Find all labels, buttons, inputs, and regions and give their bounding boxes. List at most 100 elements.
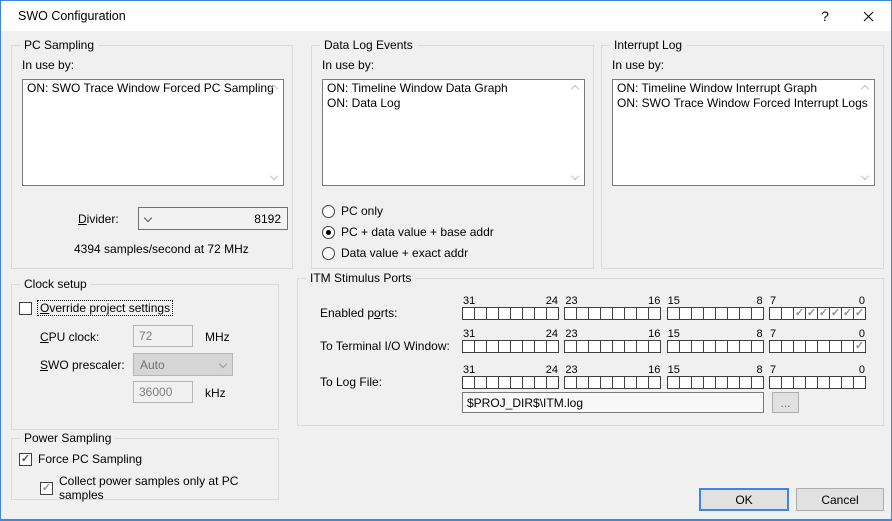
bit-number-label: 24 (545, 364, 558, 376)
override-project-settings-checkbox[interactable] (19, 301, 32, 315)
dialog-body: PC Sampling In use by: ON: SWO Trace Win… (1, 31, 890, 519)
log-file-bit-16-checkbox[interactable] (648, 376, 662, 389)
terminal-io-window-bit-8-checkbox[interactable] (750, 340, 764, 353)
pc-sampling-in-use-label: In use by: (22, 58, 75, 72)
radio-pc-only[interactable]: PC only (322, 204, 494, 218)
bit-group: 7 0 ✓ ✓ ✓ ✓ ✓ ✓ (768, 295, 866, 320)
enabled-ports-bit-16-checkbox[interactable] (648, 307, 662, 320)
scroll-down-icon[interactable] (268, 170, 280, 182)
bit-number-label: 16 (648, 328, 661, 340)
divider-label: Divider: (78, 212, 119, 226)
swo-prescaler-dropdown: Auto (133, 353, 233, 376)
force-pc-sampling-label: Force PC Sampling (38, 452, 143, 466)
interrupt-log-in-use-label: In use by: (612, 58, 665, 72)
list-item[interactable]: ON: SWO Trace Window Forced Interrupt Lo… (615, 96, 868, 111)
bit-checkbox-row (462, 340, 559, 353)
samples-per-second-text: 4394 samples/second at 72 MHz (74, 242, 249, 256)
log-file-bit-24-checkbox[interactable] (546, 376, 559, 389)
radio-label: Data value + exact addr (341, 246, 469, 260)
bit-checkbox-row (462, 376, 559, 389)
scroll-up-icon[interactable] (859, 83, 871, 95)
close-icon (863, 11, 873, 21)
pc-sampling-in-use-list[interactable]: ON: SWO Trace Window Forced PC Sampling (22, 79, 284, 186)
collect-power-samples-row: ✓ Collect power samples only at PC sampl… (40, 474, 278, 502)
clock-setup-group: Clock setup Override project settings CP… (11, 277, 279, 430)
dialog-title: SWO Configuration (18, 9, 126, 23)
bit-number-label: 8 (756, 364, 763, 376)
data-log-in-use-label: In use by: (322, 58, 375, 72)
bit-number-label: 7 (769, 364, 777, 376)
bit-group: 7 0 ✓ (768, 328, 866, 353)
scroll-down-icon[interactable] (569, 170, 581, 182)
bit-number-label: 8 (756, 328, 763, 340)
list-item[interactable]: ON: Data Log (325, 96, 566, 111)
divider-value: 8192 (254, 211, 281, 226)
enabled-ports-bit-8-checkbox[interactable] (750, 307, 764, 320)
log-file-path-input[interactable] (462, 392, 764, 413)
radio-pc-data-value-base-addr[interactable]: PC + data value + base addr (322, 225, 494, 239)
swo-prescaler-label: SWO prescaler: (40, 358, 125, 372)
radio-icon (322, 246, 335, 260)
swo-prescaler-value: Auto (140, 357, 165, 372)
help-icon: ? (821, 8, 829, 24)
title-bar: SWO Configuration ? (1, 1, 891, 31)
list-item[interactable]: ON: Timeline Window Interrupt Graph (615, 81, 856, 96)
terminal-io-bit-row: To Terminal I/O Window: 31 24 23 16 15 8 7 0 ✓ (320, 328, 866, 353)
bit-group-labels: 70 (769, 364, 866, 376)
bit-number-label: 15 (667, 295, 680, 307)
data-log-in-use-list[interactable]: ON: Timeline Window Data Graph ON: Data L… (322, 79, 585, 186)
scroll-up-icon[interactable] (268, 83, 280, 95)
bit-number-label: 7 (769, 295, 777, 307)
list-item[interactable]: ON: Timeline Window Data Graph (325, 81, 566, 96)
enabled-ports-bit-24-checkbox[interactable] (546, 307, 559, 320)
bit-number-label: 23 (565, 364, 578, 376)
interrupt-log-group: Interrupt Log In use by: ON: Timeline Wi… (601, 38, 884, 269)
log-file-label: To Log File: (320, 375, 383, 389)
bit-group-labels: 23 16 (564, 295, 661, 307)
enabled-ports-bit-0-checkbox[interactable]: ✓ (852, 307, 866, 320)
bit-group: 31 24 (462, 328, 559, 353)
swo-frequency-input: 36000 (133, 381, 193, 403)
close-button[interactable] (845, 1, 891, 31)
scroll-down-icon[interactable] (859, 170, 871, 182)
ok-button[interactable]: OK (699, 488, 789, 511)
log-file-bit-8-checkbox[interactable] (750, 376, 764, 389)
terminal-io-window-bit-24-checkbox[interactable] (546, 340, 559, 353)
interrupt-log-in-use-list[interactable]: ON: Timeline Window Interrupt Graph ON: S… (612, 79, 875, 186)
scroll-up-icon[interactable] (569, 83, 581, 95)
power-sampling-group: Power Sampling ✓ Force PC Sampling ✓ Col… (11, 431, 279, 502)
browse-button[interactable]: ... (772, 392, 799, 413)
bit-checkbox-row (768, 376, 866, 389)
radio-icon (322, 204, 335, 218)
bit-number-label: 7 (769, 328, 777, 340)
list-item[interactable]: ON: SWO Trace Window Forced PC Sampling (25, 81, 274, 96)
force-pc-sampling-checkbox[interactable]: ✓ (19, 452, 32, 466)
bit-number-label: 0 (858, 364, 865, 376)
terminal-io-window-bit-16-checkbox[interactable] (648, 340, 662, 353)
cpu-clock-unit-label: MHz (205, 330, 230, 344)
bit-group: 15 8 (666, 328, 764, 353)
bit-number-label: 0 (858, 295, 865, 307)
bit-group: 23 16 (564, 328, 662, 353)
log-file-bit-0-checkbox[interactable] (852, 376, 866, 389)
itm-stimulus-ports-group-title: ITM Stimulus Ports (306, 271, 416, 285)
terminal-io-label: To Terminal I/O Window: (320, 339, 450, 353)
bit-number-label: 24 (545, 295, 558, 307)
collect-power-samples-checkbox[interactable]: ✓ (40, 481, 53, 495)
bit-group-labels: 70 (769, 328, 866, 340)
bit-group: 31 24 (462, 364, 559, 389)
divider-dropdown[interactable]: 8192 (138, 207, 288, 230)
radio-data-value-exact-addr[interactable]: Data value + exact addr (322, 246, 494, 260)
interrupt-log-group-title: Interrupt Log (610, 38, 687, 52)
pc-sampling-group-title: PC Sampling (20, 38, 99, 52)
pc-sampling-group: PC Sampling In use by: ON: SWO Trace Win… (11, 38, 293, 269)
bit-group: 23 16 (564, 364, 662, 389)
bit-group: 15 8 (666, 364, 764, 389)
terminal-io-window-bit-0-checkbox[interactable]: ✓ (852, 340, 866, 353)
enabled-ports-bit-row: Enabled ports: 31 24 23 16 15 8 7 0 ✓ ✓ ✓ ✓ ✓ ✓ (320, 295, 866, 320)
bit-group-labels: 15 8 (667, 364, 764, 376)
cancel-button[interactable]: Cancel (796, 488, 884, 511)
help-button[interactable]: ? (805, 1, 845, 31)
bit-group: 31 24 (462, 295, 559, 320)
chevron-down-icon (218, 359, 228, 368)
